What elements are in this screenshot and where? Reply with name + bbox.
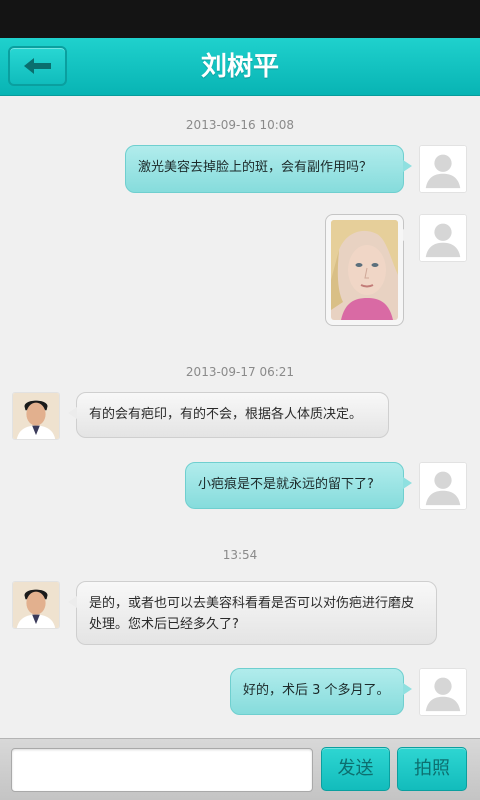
default-user-icon <box>420 146 466 192</box>
message-text: 有的会有疤印，有的不会，根据各人体质决定。 <box>89 407 363 422</box>
doctor-photo <box>13 393 59 439</box>
user-avatar[interactable] <box>419 145 467 193</box>
default-user-icon <box>420 463 466 509</box>
message-bubble-sent[interactable]: 激光美容去掉脸上的斑，会有副作用吗？ <box>125 145 412 193</box>
send-button[interactable]: 发送 <box>321 747 390 791</box>
input-bar: 发送 拍照 <box>0 738 480 800</box>
timestamp: 2013-09-16 10:08 <box>185 118 295 132</box>
user-avatar[interactable] <box>419 462 467 510</box>
title-bar: 刘树平 <box>0 38 480 96</box>
take-photo-button[interactable]: 拍照 <box>397 747 467 791</box>
status-bar <box>0 0 480 38</box>
face-photo <box>331 220 398 320</box>
chat-area[interactable]: 2013-09-16 10:08 激光美容去掉脸上的斑，会有副作用吗？ 2013… <box>0 96 480 738</box>
message-text: 激光美容去掉脸上的斑，会有副作用吗？ <box>138 160 373 175</box>
message-bubble-sent[interactable]: 好的，术后 3 个多月了。 <box>230 668 412 715</box>
default-user-icon <box>420 669 466 715</box>
message-input[interactable] <box>11 748 313 792</box>
doctor-avatar[interactable] <box>12 392 60 440</box>
timestamp: 13:54 <box>222 548 258 562</box>
timestamp: 2013-09-17 06:21 <box>185 365 295 379</box>
doctor-avatar[interactable] <box>12 581 60 629</box>
user-avatar[interactable] <box>419 668 467 716</box>
doctor-photo <box>13 582 59 628</box>
default-user-icon <box>420 215 466 261</box>
message-bubble-received[interactable]: 是的，或者也可以去美容科看看是否可以对伤疤进行磨皮处理。您术后已经多久了? <box>68 581 437 645</box>
message-text: 是的，或者也可以去美容科看看是否可以对伤疤进行磨皮处理。您术后已经多久了? <box>89 596 415 632</box>
user-avatar[interactable] <box>419 214 467 262</box>
message-bubble-sent[interactable]: 小疤痕是不是就永远的留下了? <box>185 462 412 509</box>
image-message-bubble[interactable] <box>325 214 412 326</box>
message-bubble-received[interactable]: 有的会有疤印，有的不会，根据各人体质决定。 <box>68 392 389 438</box>
message-text: 好的，术后 3 个多月了。 <box>243 683 390 698</box>
page-title: 刘树平 <box>200 52 279 82</box>
message-text: 小疤痕是不是就永远的留下了? <box>198 477 374 492</box>
